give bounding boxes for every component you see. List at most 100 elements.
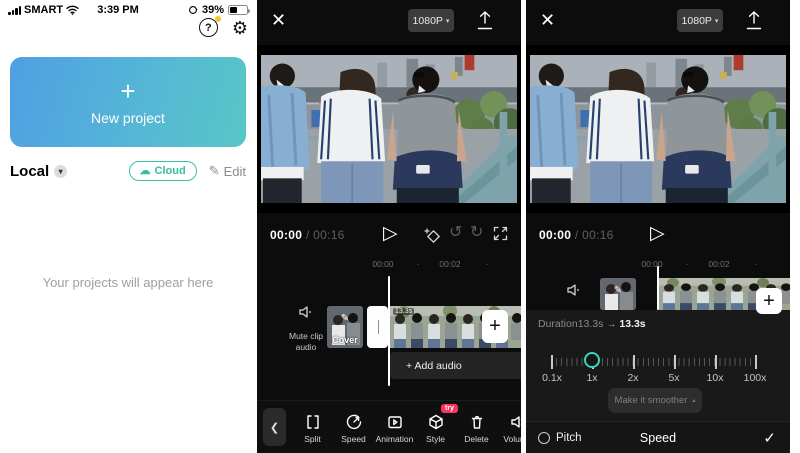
tool-delete[interactable]: Delete — [456, 411, 497, 444]
speed-option[interactable]: 10x — [707, 372, 724, 384]
speed-option[interactable]: 100x — [744, 372, 767, 384]
battery-icon — [228, 5, 248, 15]
mute-clip-audio-button[interactable] — [566, 283, 582, 302]
playhead[interactable] — [657, 266, 659, 310]
play-icon: ▷ — [650, 223, 665, 244]
close-button[interactable]: ✕ — [271, 11, 286, 29]
video-preview[interactable] — [257, 45, 521, 213]
resolution-label: 1080P — [682, 15, 712, 27]
video-preview[interactable] — [526, 45, 790, 213]
volume-icon — [509, 413, 522, 431]
slider-minor-ticks — [551, 358, 756, 366]
undo-button[interactable]: ↺ — [449, 225, 462, 241]
redo-button[interactable]: ↻ — [470, 225, 483, 241]
tool-volume[interactable]: Volume — [497, 411, 521, 444]
speed-icon — [345, 413, 363, 431]
editor-toolbar: ❮ Split Speed Animation try Style — [257, 400, 521, 453]
confirm-button[interactable]: ✓ — [763, 429, 776, 447]
split-icon — [304, 413, 322, 431]
slider-tick — [674, 355, 676, 369]
duration-original: Duration13.3s — [538, 318, 603, 330]
editor-screen: ✕ 1080P ▾ — [257, 0, 521, 453]
mute-clip-audio-button[interactable]: Mute clipaudio — [283, 305, 329, 354]
video-frame-image — [530, 55, 786, 203]
resolution-label: 1080P — [413, 15, 443, 27]
plus-icon: + — [489, 315, 501, 338]
export-icon — [744, 10, 764, 32]
resolution-dropdown[interactable]: 1080P ▾ — [677, 9, 723, 32]
pencil-icon: ✎ — [209, 163, 220, 179]
speed-option[interactable]: 5x — [668, 372, 679, 384]
speed-option[interactable]: 2x — [627, 372, 638, 384]
sheet-title: Speed — [526, 431, 790, 445]
cloud-button[interactable]: ☁ Cloud — [129, 161, 197, 181]
fullscreen-button[interactable] — [493, 226, 508, 246]
playback-controls: 00:00 / 00:16 ▷ — [526, 213, 790, 257]
trash-icon — [468, 413, 486, 431]
duration-readout: Duration13.3s→13.3s — [538, 318, 646, 330]
home-screen: SMART 3:39 PM 39% ? ⚙ — [0, 0, 256, 453]
resolution-dropdown[interactable]: 1080P ▾ — [408, 9, 454, 32]
carrier-label: SMART — [24, 4, 63, 16]
clip-trim-handle[interactable] — [367, 306, 388, 348]
timecode: 00:00 / 00:16 — [539, 228, 614, 242]
settings-button[interactable]: ⚙ — [232, 19, 248, 37]
speed-options: 0.1x 1x 2x 5x 10x 100x — [551, 372, 756, 386]
empty-projects-message: Your projects will appear here — [0, 275, 256, 290]
add-clip-button[interactable]: + — [482, 310, 508, 343]
tool-style[interactable]: try Style — [415, 411, 456, 444]
add-audio-button[interactable]: + Add audio — [390, 352, 521, 379]
pencil-icon: ✎ — [341, 313, 349, 324]
keyframe-button[interactable] — [423, 226, 441, 249]
chevron-left-icon: ❮ — [270, 421, 279, 434]
help-button[interactable]: ? — [199, 18, 218, 37]
screenshot-root: SMART 3:39 PM 39% ? ⚙ — [0, 0, 800, 453]
make-it-smoother-button[interactable]: Make it smoother ▴ — [608, 388, 702, 413]
cover-thumbnail[interactable]: ✎ Cover — [327, 306, 363, 348]
undo-icon: ↺ — [449, 224, 462, 241]
speed-option[interactable]: 1x — [586, 372, 597, 384]
add-clip-button[interactable]: + — [756, 288, 782, 314]
plus-icon: + — [763, 290, 775, 313]
new-project-label: New project — [91, 110, 165, 126]
close-button[interactable]: ✕ — [540, 11, 555, 29]
chevron-down-icon: ▾ — [715, 17, 719, 25]
speed-option[interactable]: 0.1x — [542, 372, 562, 384]
chevron-up-icon: ▴ — [692, 397, 695, 404]
animation-icon — [386, 413, 404, 431]
export-button[interactable] — [475, 10, 495, 37]
cover-thumbnail[interactable]: ✎ — [600, 278, 636, 310]
new-project-button[interactable]: + New project — [10, 57, 246, 147]
duration-result: 13.3s — [619, 318, 645, 330]
speed-screen: ✕ 1080P ▾ — [526, 0, 790, 453]
timecode: 00:00 / 00:16 — [270, 228, 345, 242]
tool-animation[interactable]: Animation — [374, 411, 415, 444]
gear-icon: ⚙ — [232, 18, 248, 38]
clip-duration-badge: 13.3s — [393, 308, 414, 315]
chevron-down-icon: ▾ — [54, 165, 67, 178]
play-button[interactable]: ▷ — [383, 224, 398, 243]
editor-topbar: ✕ 1080P ▾ — [257, 0, 521, 45]
playhead[interactable] — [388, 276, 390, 386]
speed-slider-knob[interactable] — [584, 352, 600, 368]
edit-label: Edit — [224, 164, 246, 179]
slider-tick — [715, 355, 717, 369]
plus-icon: + — [120, 78, 135, 104]
style-icon — [427, 413, 445, 431]
timeline-ruler: 00:00 · 00:02 · — [257, 257, 521, 272]
cloud-label: Cloud — [155, 165, 186, 177]
local-dropdown[interactable]: Local ▾ — [10, 163, 67, 180]
edit-button[interactable]: ✎ Edit — [209, 163, 246, 179]
tool-split[interactable]: Split — [292, 411, 333, 444]
rotation-lock-icon — [188, 5, 198, 15]
back-button[interactable]: ❮ — [263, 408, 286, 446]
playback-controls: 00:00 / 00:16 ▷ ↺ ↻ — [257, 213, 521, 257]
fullscreen-icon — [493, 226, 508, 241]
export-button[interactable] — [744, 10, 764, 37]
play-button[interactable]: ▷ — [650, 224, 665, 243]
close-icon: ✕ — [540, 10, 555, 30]
local-label: Local — [10, 163, 49, 180]
tool-speed[interactable]: Speed — [333, 411, 374, 444]
close-icon: ✕ — [271, 10, 286, 30]
editor-topbar: ✕ 1080P ▾ — [526, 0, 790, 45]
